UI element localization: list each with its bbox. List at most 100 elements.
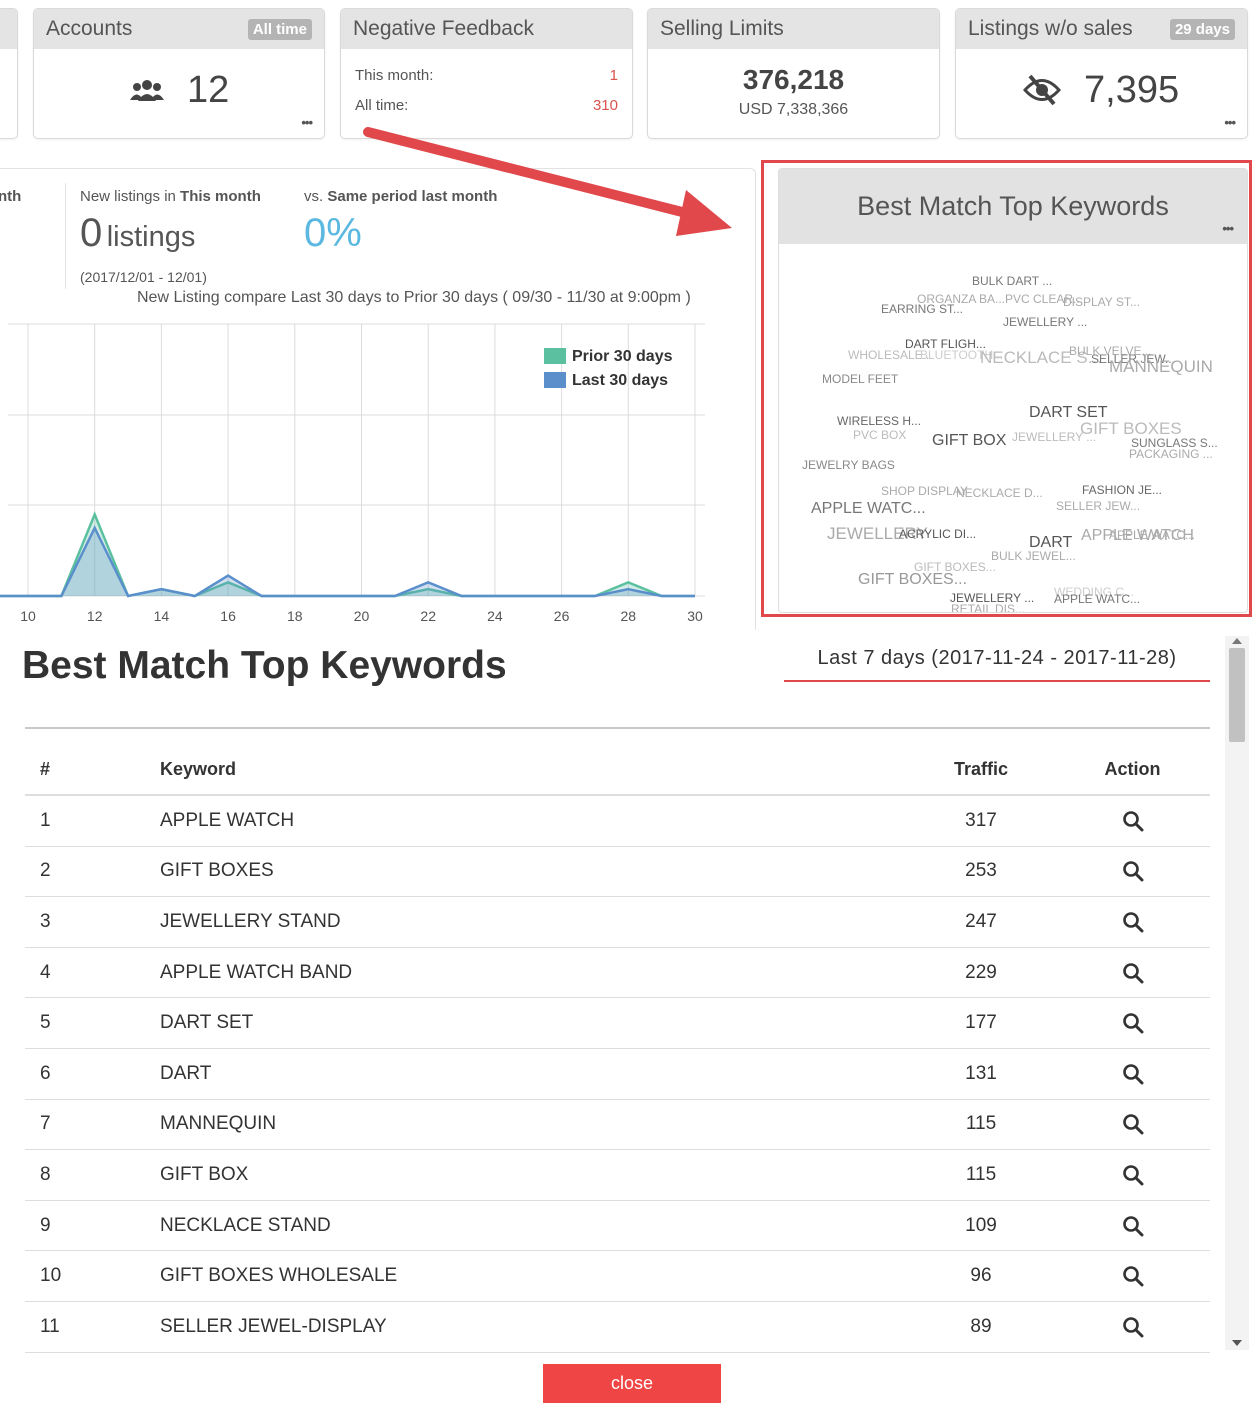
cloud-keyword[interactable]: BULK JEWEL...: [991, 549, 1076, 563]
row-keyword: GIFT BOXES WHOLESALE: [160, 1265, 398, 1287]
legend-label[interactable]: Last 30 days: [572, 372, 668, 389]
selling-limits-header: Selling Limits: [648, 9, 939, 49]
search-icon[interactable]: [1122, 1063, 1144, 1085]
selling-limits-usd: USD 7,338,366: [738, 101, 849, 118]
modal-scrollbar[interactable]: [1225, 636, 1249, 1350]
cloud-keyword[interactable]: BULK DART ...: [972, 274, 1052, 288]
search-icon[interactable]: [1122, 911, 1144, 933]
search-icon[interactable]: [1122, 860, 1144, 882]
col-header-traffic: Traffic: [953, 759, 1009, 779]
feedback-all-time-value[interactable]: 310: [593, 97, 618, 114]
cloud-keyword[interactable]: APPLE WATC...: [1054, 592, 1140, 606]
cloud-keyword[interactable]: FASHION JE...: [1082, 483, 1162, 497]
listings-date-range: (2017/12/01 - 12/01): [80, 269, 207, 285]
row-rank: 9: [40, 1214, 51, 1236]
row-rank: 2: [40, 860, 51, 882]
previous-stat-label: nth: [0, 188, 22, 205]
cloud-keyword[interactable]: PACKAGING ...: [1129, 447, 1213, 461]
close-button[interactable]: close: [543, 1364, 721, 1403]
x-tick-label: 10: [20, 608, 36, 624]
legend-swatch[interactable]: [544, 348, 566, 364]
table-row: 5 DART SET 177: [25, 998, 1210, 1049]
negative-feedback-header: Negative Feedback: [341, 9, 632, 49]
negative-feedback-title: Negative Feedback: [353, 17, 534, 40]
row-traffic: 177: [965, 1012, 997, 1034]
chart-series: [0, 511, 695, 598]
table-row: 2 GIFT BOXES 253: [25, 847, 1210, 898]
cloud-keyword[interactable]: WIRELESS H...: [837, 414, 921, 428]
cloud-keyword[interactable]: MODEL FEET: [822, 372, 898, 386]
cloud-keyword[interactable]: SHOP DISPLAY: [881, 484, 968, 498]
cloud-keyword[interactable]: NECKLACE D...: [956, 486, 1043, 500]
x-tick-label: 30: [687, 608, 703, 624]
search-icon[interactable]: [1122, 1012, 1144, 1034]
vs-prefix: vs.: [304, 188, 324, 205]
chart-legend[interactable]: Prior 30 days Last 30 days: [544, 348, 673, 389]
x-tick-label: 28: [621, 608, 637, 624]
best-match-keywords-card[interactable]: Best Match Top Keywords ••• BULK DART ..…: [778, 168, 1248, 613]
x-tick-label: 14: [154, 608, 170, 624]
listings-without-sales-card[interactable]: Listings w/o sales 29 days 7,395 •••: [955, 8, 1248, 139]
search-icon[interactable]: [1122, 1113, 1144, 1135]
legend-swatch[interactable]: [544, 372, 566, 388]
row-rank: 7: [40, 1113, 51, 1135]
cloud-keyword[interactable]: JEWELLERY ...: [1003, 315, 1087, 329]
row-rank: 3: [40, 910, 51, 932]
legend-label[interactable]: Prior 30 days: [572, 348, 673, 365]
cloud-keyword[interactable]: APPLE WATC...: [811, 500, 926, 518]
users-icon: [130, 80, 164, 101]
row-rank: 5: [40, 1012, 51, 1034]
date-range-select[interactable]: Last 7 days (2017-11-24 - 2017-11-28): [784, 644, 1210, 682]
search-icon[interactable]: [1122, 1164, 1144, 1186]
cloud-keyword[interactable]: DISPLAY ST...: [1063, 295, 1140, 309]
cloud-keyword[interactable]: APPLE WATC...: [1109, 528, 1195, 542]
new-listings-period[interactable]: This month: [180, 188, 261, 205]
listings-without-sales-more-button[interactable]: •••: [1224, 115, 1236, 130]
x-tick-label: 26: [554, 608, 570, 624]
accounts-card[interactable]: Accounts All time 12 •••: [33, 8, 325, 139]
search-icon[interactable]: [1122, 962, 1144, 984]
search-icon[interactable]: [1122, 810, 1144, 832]
scroll-down-arrow[interactable]: [1232, 1340, 1242, 1346]
cloud-keyword[interactable]: MANNEQUIN: [1109, 357, 1213, 377]
cloud-keyword[interactable]: JEWELRY BAGS: [802, 458, 895, 472]
row-action: [1085, 948, 1180, 998]
row-traffic: 115: [965, 1113, 997, 1135]
row-rank: 11: [40, 1315, 60, 1337]
row-action: [1085, 998, 1180, 1048]
scroll-up-arrow[interactable]: [1232, 638, 1242, 644]
row-rank: 1: [40, 809, 51, 831]
row-keyword: GIFT BOX: [160, 1163, 249, 1185]
row-keyword: NECKLACE STAND: [160, 1214, 331, 1236]
cloud-keyword[interactable]: RETAIL DIS...: [951, 602, 1025, 612]
row-rank: 4: [40, 961, 51, 983]
cloud-keyword[interactable]: PVC BOX: [853, 428, 906, 442]
feedback-this-month-row: This month: 1: [355, 67, 618, 84]
search-icon[interactable]: [1122, 1265, 1144, 1287]
x-tick-label: 24: [487, 608, 503, 624]
cloud-keyword[interactable]: ACRYLIC DI...: [899, 527, 976, 541]
row-keyword: MANNEQUIN: [160, 1113, 277, 1135]
feedback-this-month-value[interactable]: 1: [610, 67, 618, 84]
row-keyword: DART SET: [160, 1012, 254, 1034]
scrollbar-thumb[interactable]: [1229, 648, 1245, 742]
title-divider: [25, 727, 1210, 729]
keyword-cloud: BULK DART ... ORGANZA BA... EARRING ST... P…: [779, 244, 1247, 612]
vs-percent-value: 0%: [304, 211, 362, 255]
cloud-keyword[interactable]: EARRING ST...: [881, 302, 963, 316]
search-icon[interactable]: [1122, 1215, 1144, 1237]
search-icon[interactable]: [1122, 1316, 1144, 1338]
table-row: 9 NECKLACE STAND 109: [25, 1201, 1210, 1252]
cloud-keyword[interactable]: SELLER JEW...: [1056, 499, 1140, 513]
row-keyword: GIFT BOXES: [160, 860, 274, 882]
chart-x-ticks: 10 12 14 16 18 20 22 24 26 28 30: [20, 608, 703, 624]
listings-count-value: 0: [80, 211, 103, 255]
cloud-keyword[interactable]: GIFT BOX: [932, 432, 1006, 450]
cloud-keyword[interactable]: JEWELLERY ...: [1012, 430, 1096, 444]
x-tick-label: 16: [220, 608, 236, 624]
feedback-all-time-label: All time:: [355, 97, 409, 114]
row-keyword: DART: [160, 1062, 212, 1084]
cloud-keyword[interactable]: GIFT BOXES...: [858, 571, 967, 589]
keywords-card-more-button[interactable]: •••: [1222, 221, 1234, 236]
accounts-more-button[interactable]: •••: [301, 115, 313, 130]
